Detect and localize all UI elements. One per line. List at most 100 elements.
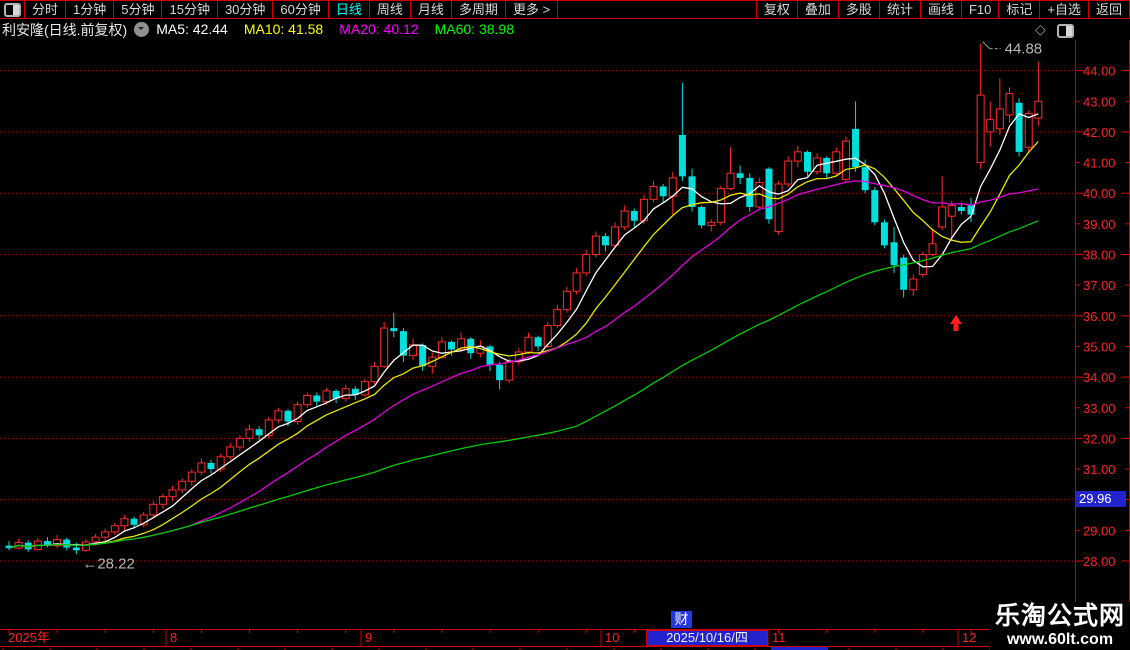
candle-down <box>861 167 869 191</box>
time-axis-label: 10 <box>605 630 619 645</box>
chevron-down-icon[interactable] <box>134 22 150 37</box>
candle-up <box>1005 93 1014 116</box>
candle-down <box>736 173 744 178</box>
candle-down <box>957 206 965 211</box>
symbol-title: 利安隆(日线.前复权) <box>2 21 128 38</box>
time-axis-label: 9 <box>365 630 372 645</box>
menu-item-back[interactable]: 返回 <box>1087 1 1130 18</box>
candle-up <box>158 496 167 505</box>
candle-down <box>823 157 831 174</box>
high-annotation: 44.88 <box>1005 41 1043 58</box>
candle-up <box>784 160 793 185</box>
candle-up <box>591 235 600 255</box>
candle-down <box>284 410 292 422</box>
candle-down <box>534 337 542 347</box>
candle-up <box>149 503 158 516</box>
window-layout-icon[interactable] <box>0 1 24 18</box>
menu-item-add-watchlist[interactable]: +自选 <box>1039 1 1088 18</box>
time-axis-label: 2025年 <box>8 630 50 645</box>
candle-up <box>81 541 90 551</box>
candle-down <box>496 364 504 381</box>
candle-up <box>716 188 725 223</box>
time-axis-label: 8 <box>170 630 177 645</box>
menu-item-60min[interactable]: 60分钟 <box>272 1 327 18</box>
menu-item-mark[interactable]: 标记 <box>998 1 1039 18</box>
menu-item-weekly[interactable]: 周线 <box>368 1 410 18</box>
ma20-readout: MA20: 40.12 <box>339 20 419 37</box>
candle-down <box>871 190 879 223</box>
menu-item-adjust[interactable]: 复权 <box>755 1 797 18</box>
menu-item-daily[interactable]: 日线 <box>327 1 369 18</box>
site-watermark: 乐淘公式网 www.60lt.com <box>990 602 1130 650</box>
high-pointer <box>982 41 990 49</box>
candle-up <box>505 361 514 381</box>
candle-up <box>649 185 658 200</box>
menu-item-multi-stock[interactable]: 多股 <box>837 1 879 18</box>
ma60-readout: MA60: 38.98 <box>434 20 514 37</box>
candle-up <box>620 210 629 228</box>
menubar-spacer <box>558 1 756 18</box>
ma10-line <box>8 141 1039 549</box>
candle-up <box>197 462 206 473</box>
price-tick-label: 31.00 <box>1083 462 1116 477</box>
candle-down <box>852 128 860 168</box>
candle-up <box>928 243 937 256</box>
candle-up <box>110 525 119 533</box>
candle-down <box>1015 102 1023 152</box>
price-tick-label: 36.00 <box>1083 309 1116 324</box>
candle-down <box>448 341 456 350</box>
candle-up <box>91 536 100 543</box>
candle-up <box>986 119 995 133</box>
candle-up <box>1024 113 1033 148</box>
candle-down <box>467 338 475 354</box>
watermark-title: 乐淘公式网 <box>994 602 1125 630</box>
menu-item-overlay[interactable]: 叠加 <box>796 1 838 18</box>
candle-down <box>765 168 773 220</box>
price-tick-label: 39.00 <box>1083 217 1116 232</box>
candle-up <box>341 388 350 400</box>
watermark-url: www.60lt.com <box>1006 631 1114 648</box>
candle-down <box>419 344 427 367</box>
tool-menu: 复权 叠加 多股 统计 画线 F10 标记 +自选 返回 <box>755 1 1130 18</box>
candle-up <box>303 394 312 406</box>
price-tick-label: 33.00 <box>1083 401 1116 416</box>
candle-down <box>130 518 138 525</box>
price-tick-label: 41.00 <box>1083 156 1116 171</box>
menu-item-intraday[interactable]: 分时 <box>24 1 65 18</box>
financial-report-badge[interactable]: 财 <box>671 611 692 628</box>
candle-down <box>659 186 667 197</box>
diamond-marker-icon[interactable]: ◇ <box>1035 21 1046 38</box>
candlestick-chart[interactable]: 44.00 43.00 42.00 41.00 40.00 39.00 38.00 37.00… <box>0 0 1130 650</box>
candle-up <box>370 365 379 383</box>
candle-up <box>437 341 446 358</box>
candle-up <box>235 437 244 448</box>
menu-item-30min[interactable]: 30分钟 <box>216 1 272 18</box>
price-tick-label: 43.00 <box>1083 94 1116 109</box>
menu-item-more[interactable]: 更多 > <box>504 1 559 18</box>
ma10-readout: MA10: 41.58 <box>243 20 324 37</box>
price-tick-label: 35.00 <box>1083 339 1116 354</box>
candle-up <box>947 204 956 217</box>
candle-up <box>322 390 331 403</box>
candle-up <box>226 446 235 458</box>
candle-down <box>803 151 811 172</box>
current-price-badge: 29.96 <box>1076 491 1126 507</box>
candle-up <box>1034 100 1043 119</box>
menu-item-f10[interactable]: F10 <box>960 1 998 18</box>
menu-item-draw-line[interactable]: 画线 <box>919 1 961 18</box>
menu-item-1min[interactable]: 1分钟 <box>65 1 113 18</box>
price-tick-label: 40.00 <box>1083 186 1116 201</box>
menu-item-statistics[interactable]: 统计 <box>878 1 920 18</box>
panel-toggle-icon[interactable] <box>1057 24 1074 38</box>
candle-down <box>63 539 71 548</box>
candle-up <box>562 290 571 311</box>
period-menu: 分时 1分钟 5分钟 15分钟 30分钟 60分钟 日线 周线 月线 多周期 更多 > <box>24 1 559 18</box>
menu-item-5min[interactable]: 5分钟 <box>113 1 161 18</box>
candle-down <box>313 395 321 402</box>
menu-item-monthly[interactable]: 月线 <box>409 1 451 18</box>
candle-down <box>255 429 263 436</box>
menu-item-15min[interactable]: 15分钟 <box>161 1 216 18</box>
candle-up <box>582 254 591 274</box>
top-menubar: 分时 1分钟 5分钟 15分钟 30分钟 60分钟 日线 周线 月线 多周期 更多 > 复权 叠加 多股… <box>0 0 1130 19</box>
menu-item-multi-period[interactable]: 多周期 <box>450 1 505 18</box>
